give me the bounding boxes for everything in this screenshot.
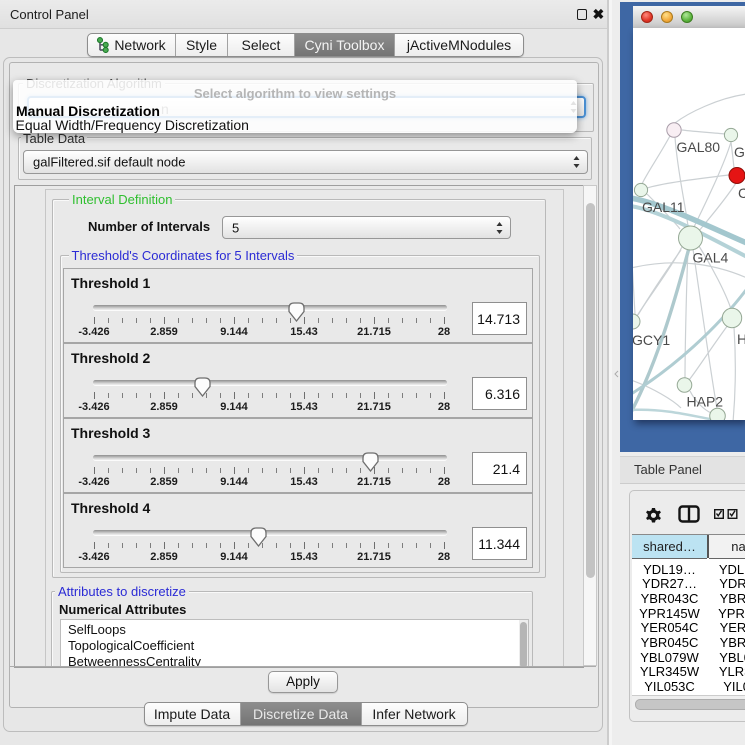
svg-text:GCY1: GCY1 — [633, 332, 670, 348]
svg-text:GAL80: GAL80 — [677, 139, 721, 155]
svg-text:GA: GA — [734, 144, 745, 160]
svg-text:HI: HI — [737, 331, 745, 347]
svg-text:GAL4: GAL4 — [693, 250, 729, 266]
svg-text:CR: CR — [738, 185, 745, 201]
svg-text:HAP2: HAP2 — [687, 394, 724, 410]
svg-text:GAL11: GAL11 — [642, 199, 685, 215]
